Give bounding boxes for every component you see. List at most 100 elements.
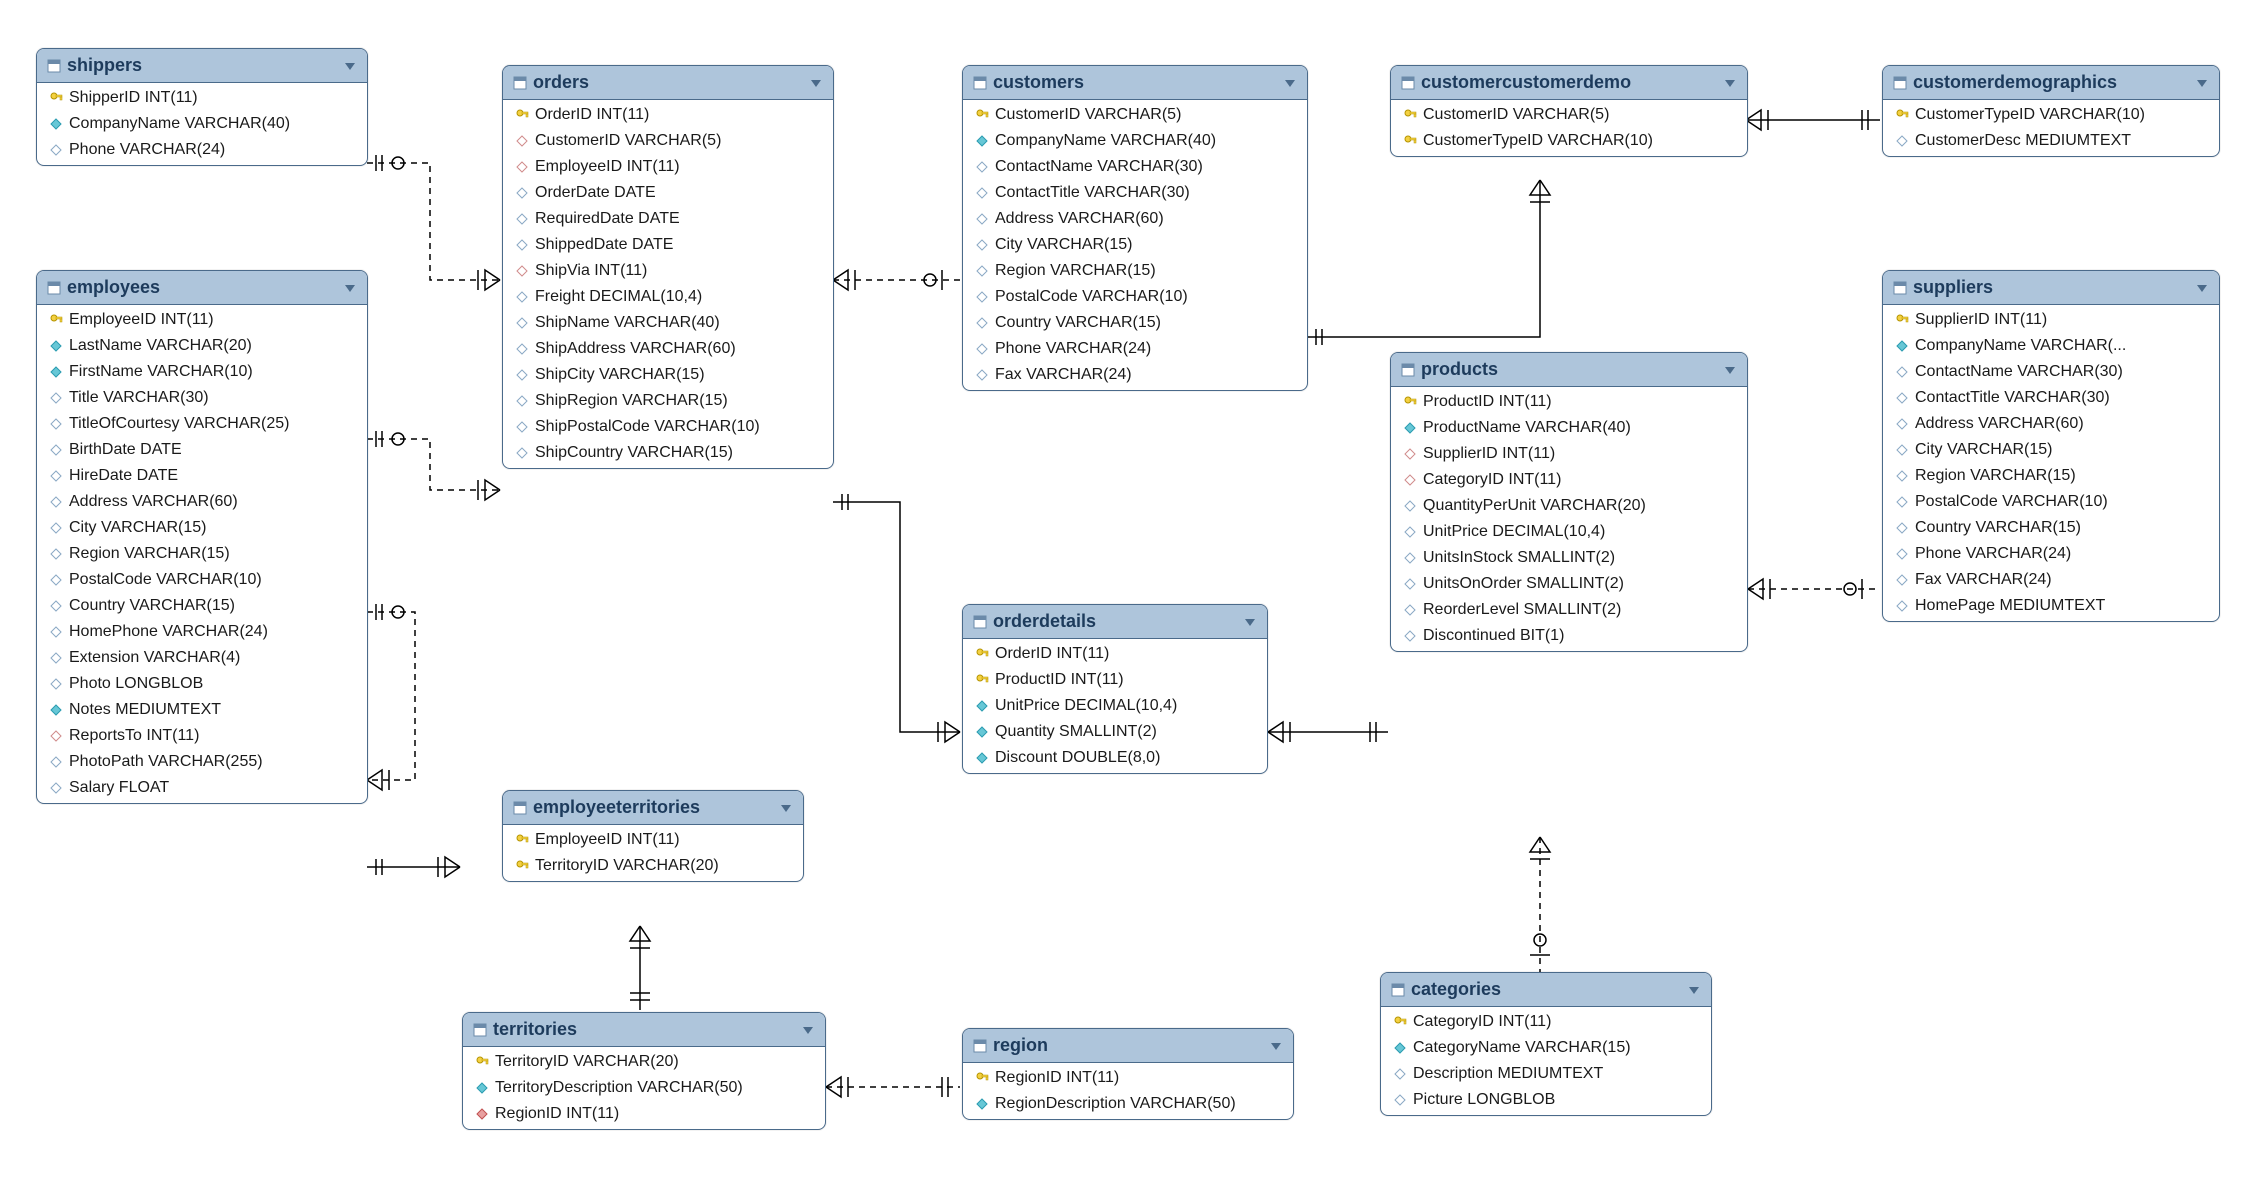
column-row[interactable]: Photo LONGBLOB (37, 671, 367, 697)
column-row[interactable]: ShipName VARCHAR(40) (503, 310, 833, 336)
column-row[interactable]: ProductID INT(11) (963, 667, 1267, 693)
column-row[interactable]: EmployeeID INT(11) (37, 307, 367, 333)
column-row[interactable]: SupplierID INT(11) (1391, 441, 1747, 467)
table-header[interactable]: shippers (37, 49, 367, 83)
column-row[interactable]: ProductID INT(11) (1391, 389, 1747, 415)
table-header[interactable]: orders (503, 66, 833, 100)
column-row[interactable]: UnitsOnOrder SMALLINT(2) (1391, 571, 1747, 597)
table-products[interactable]: products ProductID INT(11)ProductName VA… (1390, 352, 1748, 652)
column-row[interactable]: Quantity SMALLINT(2) (963, 719, 1267, 745)
table-customerdemographics[interactable]: customerdemographics CustomerTypeID VARC… (1882, 65, 2220, 157)
column-row[interactable]: CustomerID VARCHAR(5) (1391, 102, 1747, 128)
column-row[interactable]: Address VARCHAR(60) (1883, 411, 2219, 437)
column-row[interactable]: TerritoryID VARCHAR(20) (503, 853, 803, 879)
collapse-icon[interactable] (1243, 615, 1257, 629)
column-row[interactable]: ShipperID INT(11) (37, 85, 367, 111)
column-row[interactable]: HomePhone VARCHAR(24) (37, 619, 367, 645)
column-row[interactable]: CategoryID INT(11) (1381, 1009, 1711, 1035)
table-header[interactable]: suppliers (1883, 271, 2219, 305)
column-row[interactable]: ShipVia INT(11) (503, 258, 833, 284)
column-row[interactable]: EmployeeID INT(11) (503, 827, 803, 853)
column-row[interactable]: Notes MEDIUMTEXT (37, 697, 367, 723)
collapse-icon[interactable] (2195, 76, 2209, 90)
column-row[interactable]: Phone VARCHAR(24) (1883, 541, 2219, 567)
column-row[interactable]: RegionID INT(11) (963, 1065, 1293, 1091)
column-row[interactable]: Fax VARCHAR(24) (963, 362, 1307, 388)
column-row[interactable]: TerritoryID VARCHAR(20) (463, 1049, 825, 1075)
column-row[interactable]: PostalCode VARCHAR(10) (1883, 489, 2219, 515)
column-row[interactable]: Description MEDIUMTEXT (1381, 1061, 1711, 1087)
table-customers[interactable]: customers CustomerID VARCHAR(5)CompanyNa… (962, 65, 1308, 391)
column-row[interactable]: OrderID INT(11) (503, 102, 833, 128)
column-row[interactable]: Phone VARCHAR(24) (963, 336, 1307, 362)
column-row[interactable]: Country VARCHAR(15) (37, 593, 367, 619)
column-row[interactable]: City VARCHAR(15) (963, 232, 1307, 258)
column-row[interactable]: Address VARCHAR(60) (37, 489, 367, 515)
collapse-icon[interactable] (1283, 76, 1297, 90)
column-row[interactable]: Salary FLOAT (37, 775, 367, 801)
column-row[interactable]: ShipAddress VARCHAR(60) (503, 336, 833, 362)
table-header[interactable]: customerdemographics (1883, 66, 2219, 100)
column-row[interactable]: CustomerTypeID VARCHAR(10) (1883, 102, 2219, 128)
column-row[interactable]: CompanyName VARCHAR(40) (963, 128, 1307, 154)
column-row[interactable]: CompanyName VARCHAR(... (1883, 333, 2219, 359)
table-customercustomerdemo[interactable]: customercustomerdemo CustomerID VARCHAR(… (1390, 65, 1748, 157)
column-row[interactable]: Address VARCHAR(60) (963, 206, 1307, 232)
column-row[interactable]: RegionID INT(11) (463, 1101, 825, 1127)
collapse-icon[interactable] (1723, 76, 1737, 90)
table-header[interactable]: territories (463, 1013, 825, 1047)
column-row[interactable]: PostalCode VARCHAR(10) (37, 567, 367, 593)
table-header[interactable]: region (963, 1029, 1293, 1063)
column-row[interactable]: CategoryID INT(11) (1391, 467, 1747, 493)
table-header[interactable]: categories (1381, 973, 1711, 1007)
table-territories[interactable]: territories TerritoryID VARCHAR(20)Terri… (462, 1012, 826, 1130)
table-header[interactable]: customers (963, 66, 1307, 100)
column-row[interactable]: City VARCHAR(15) (37, 515, 367, 541)
column-row[interactable]: LastName VARCHAR(20) (37, 333, 367, 359)
collapse-icon[interactable] (1269, 1039, 1283, 1053)
column-row[interactable]: CustomerTypeID VARCHAR(10) (1391, 128, 1747, 154)
table-shippers[interactable]: shippers ShipperID INT(11)CompanyName VA… (36, 48, 368, 166)
column-row[interactable]: Country VARCHAR(15) (1883, 515, 2219, 541)
column-row[interactable]: RequiredDate DATE (503, 206, 833, 232)
column-row[interactable]: BirthDate DATE (37, 437, 367, 463)
column-row[interactable]: UnitPrice DECIMAL(10,4) (1391, 519, 1747, 545)
collapse-icon[interactable] (343, 59, 357, 73)
table-orders[interactable]: orders OrderID INT(11)CustomerID VARCHAR… (502, 65, 834, 469)
table-header[interactable]: products (1391, 353, 1747, 387)
collapse-icon[interactable] (1687, 983, 1701, 997)
column-row[interactable]: City VARCHAR(15) (1883, 437, 2219, 463)
column-row[interactable]: Fax VARCHAR(24) (1883, 567, 2219, 593)
column-row[interactable]: ShipPostalCode VARCHAR(10) (503, 414, 833, 440)
column-row[interactable]: ShipCity VARCHAR(15) (503, 362, 833, 388)
table-header[interactable]: orderdetails (963, 605, 1267, 639)
table-employeeterritories[interactable]: employeeterritories EmployeeID INT(11)Te… (502, 790, 804, 882)
column-row[interactable]: RegionDescription VARCHAR(50) (963, 1091, 1293, 1117)
column-row[interactable]: HireDate DATE (37, 463, 367, 489)
column-row[interactable]: Discontinued BIT(1) (1391, 623, 1747, 649)
column-row[interactable]: ShipRegion VARCHAR(15) (503, 388, 833, 414)
column-row[interactable]: EmployeeID INT(11) (503, 154, 833, 180)
column-row[interactable]: OrderID INT(11) (963, 641, 1267, 667)
table-categories[interactable]: categories CategoryID INT(11)CategoryNam… (1380, 972, 1712, 1116)
collapse-icon[interactable] (1723, 363, 1737, 377)
column-row[interactable]: UnitPrice DECIMAL(10,4) (963, 693, 1267, 719)
column-row[interactable]: Region VARCHAR(15) (963, 258, 1307, 284)
column-row[interactable]: Title VARCHAR(30) (37, 385, 367, 411)
table-header[interactable]: customercustomerdemo (1391, 66, 1747, 100)
column-row[interactable]: CustomerID VARCHAR(5) (963, 102, 1307, 128)
column-row[interactable]: HomePage MEDIUMTEXT (1883, 593, 2219, 619)
column-row[interactable]: CustomerDesc MEDIUMTEXT (1883, 128, 2219, 154)
table-header[interactable]: employeeterritories (503, 791, 803, 825)
table-suppliers[interactable]: suppliers SupplierID INT(11)CompanyName … (1882, 270, 2220, 622)
column-row[interactable]: Discount DOUBLE(8,0) (963, 745, 1267, 771)
column-row[interactable]: Region VARCHAR(15) (1883, 463, 2219, 489)
collapse-icon[interactable] (801, 1023, 815, 1037)
column-row[interactable]: CustomerID VARCHAR(5) (503, 128, 833, 154)
column-row[interactable]: TerritoryDescription VARCHAR(50) (463, 1075, 825, 1101)
column-row[interactable]: QuantityPerUnit VARCHAR(20) (1391, 493, 1747, 519)
column-row[interactable]: Region VARCHAR(15) (37, 541, 367, 567)
column-row[interactable]: ProductName VARCHAR(40) (1391, 415, 1747, 441)
column-row[interactable]: Phone VARCHAR(24) (37, 137, 367, 163)
table-employees[interactable]: employees EmployeeID INT(11)LastName VAR… (36, 270, 368, 804)
